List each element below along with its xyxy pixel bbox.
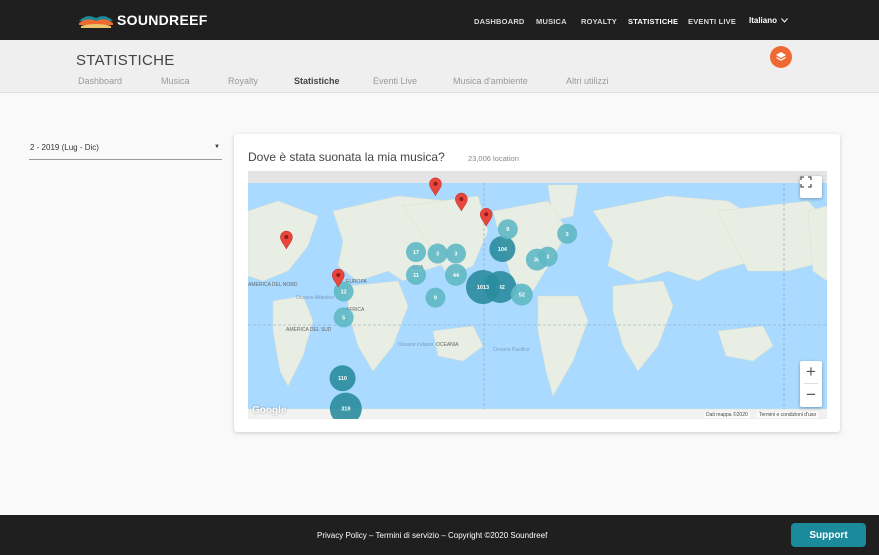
cluster-16[interactable]: 1013 xyxy=(465,270,500,304)
subnav-royalty[interactable]: Royalty xyxy=(228,76,258,86)
label-pacifico: Oceano Pacifico xyxy=(493,347,530,353)
period-value: 2 - 2019 (Lug - Dic) xyxy=(30,143,99,152)
cluster-count: 3 xyxy=(454,252,457,258)
label-oceania: OCEANIA xyxy=(436,342,459,348)
cluster-10[interactable]: 319 xyxy=(329,392,362,419)
cluster-count: 1013 xyxy=(477,285,489,291)
cluster-1[interactable]: 3 xyxy=(427,243,448,264)
language-selector[interactable]: Italiano xyxy=(749,16,788,25)
cluster-count: 52 xyxy=(519,293,525,299)
page-header: STATISTICHE Dashboard Musica Royalty Sta… xyxy=(0,40,879,93)
cluster-count: 3 xyxy=(546,255,549,261)
topnav-statistiche[interactable]: STATISTICHE xyxy=(628,17,678,26)
label-america-nord: AMERICA DEL NORD xyxy=(248,282,298,288)
footer: Privacy Policy – Termini di servizio – C… xyxy=(0,515,879,555)
cluster-count: 9 xyxy=(434,296,437,302)
topnav-royalty[interactable]: ROYALTY xyxy=(581,17,617,26)
cluster-count: 44 xyxy=(453,273,460,279)
cluster-17[interactable]: 52 xyxy=(510,283,533,306)
topnav-eventi-live[interactable]: EVENTI LIVE xyxy=(688,17,736,26)
top-navbar: SOUNDREEF DASHBOARD MUSICA ROYALTY STATI… xyxy=(0,0,879,40)
layers-icon[interactable] xyxy=(770,46,792,68)
label-america-sud: AMERICA DEL SUD xyxy=(286,327,332,333)
world-map[interactable]: ASIA EUROPA AFRICA AMERICA DEL NORD AMER… xyxy=(248,171,827,419)
support-button[interactable]: Support xyxy=(791,523,866,547)
map-terms-link[interactable]: Termini e condizioni d'uso xyxy=(757,412,819,418)
cluster-count: 319 xyxy=(341,407,350,413)
map-pin-icon[interactable] xyxy=(429,177,442,197)
cluster-15[interactable]: 3 xyxy=(537,246,558,267)
map-pin-dot xyxy=(433,181,438,186)
cluster-4[interactable]: 44 xyxy=(444,263,467,286)
cluster-count: 110 xyxy=(338,376,347,382)
card-title: Dove è stata suonata la mia musica? xyxy=(248,150,445,164)
cluster-count: 3 xyxy=(566,232,569,238)
language-label: Italiano xyxy=(749,16,778,25)
subnav-eventi-live[interactable]: Eventi Live xyxy=(373,76,417,86)
subnav-statistiche[interactable]: Statistiche xyxy=(294,76,340,86)
layers-glyph-icon xyxy=(776,52,786,61)
google-logo: Google xyxy=(252,405,287,416)
cluster-count: 17 xyxy=(413,250,419,256)
cluster-8[interactable]: 5 xyxy=(333,307,354,328)
footer-links[interactable]: Privacy Policy – Termini di servizio – C… xyxy=(317,531,547,540)
topnav-dashboard[interactable]: DASHBOARD xyxy=(474,17,525,26)
fullscreen-icon xyxy=(800,176,812,188)
cluster-count: 12 xyxy=(341,290,347,296)
top-nav: DASHBOARD MUSICA ROYALTY STATISTICHE EVE… xyxy=(0,17,879,29)
cluster-12[interactable]: 9 xyxy=(497,219,518,240)
cluster-5[interactable]: 9 xyxy=(425,287,446,308)
subnav-musica[interactable]: Musica xyxy=(161,76,190,86)
cluster-count: 5 xyxy=(342,315,345,321)
map-pin-dot xyxy=(484,212,489,217)
topnav-musica[interactable]: MUSICA xyxy=(536,17,567,26)
map-canvas[interactable]: ASIA EUROPA AFRICA AMERICA DEL NORD AMER… xyxy=(248,171,827,419)
cluster-count: 104 xyxy=(498,247,508,253)
zoom-control: + − xyxy=(800,361,822,407)
label-indiano: Oceano Indiano xyxy=(398,342,434,348)
location-count: 23,006 location xyxy=(468,154,519,163)
cluster-2[interactable]: 3 xyxy=(445,243,466,264)
cluster-count: 3 xyxy=(436,252,439,258)
cluster-11[interactable]: 104 xyxy=(489,236,516,262)
subnav-altri-utilizzi[interactable]: Altri utilizzi xyxy=(566,76,609,86)
caret-down-icon: ▼ xyxy=(214,144,220,150)
subnav-dashboard[interactable]: Dashboard xyxy=(78,76,122,86)
cluster-count: 9 xyxy=(506,227,509,233)
map-card: Dove è stata suonata la mia musica? 23,0… xyxy=(234,134,840,432)
subnav-musica-ambiente[interactable]: Musica d'ambiente xyxy=(453,76,528,86)
fullscreen-button[interactable] xyxy=(800,176,822,198)
chevron-down-icon xyxy=(781,18,788,23)
map-pin-dot xyxy=(336,273,341,277)
map-pin-dot xyxy=(459,197,464,201)
zoom-in-button[interactable]: + xyxy=(800,361,822,383)
zoom-out-button[interactable]: − xyxy=(800,384,822,406)
map-pin-dot xyxy=(284,235,289,239)
cluster-0[interactable]: 17 xyxy=(406,242,426,263)
cluster-3[interactable]: 11 xyxy=(406,264,426,285)
period-select[interactable]: 2 - 2019 (Lug - Dic) ▼ xyxy=(29,138,222,160)
cluster-13[interactable]: 3 xyxy=(557,223,578,244)
cluster-9[interactable]: 110 xyxy=(329,365,356,392)
page-title: STATISTICHE xyxy=(76,52,175,69)
cluster-count: 11 xyxy=(413,273,419,279)
label-atlantico: Oceano Atlantico xyxy=(296,295,334,301)
map-attribution: Dati mappa ©2020 xyxy=(704,412,750,418)
